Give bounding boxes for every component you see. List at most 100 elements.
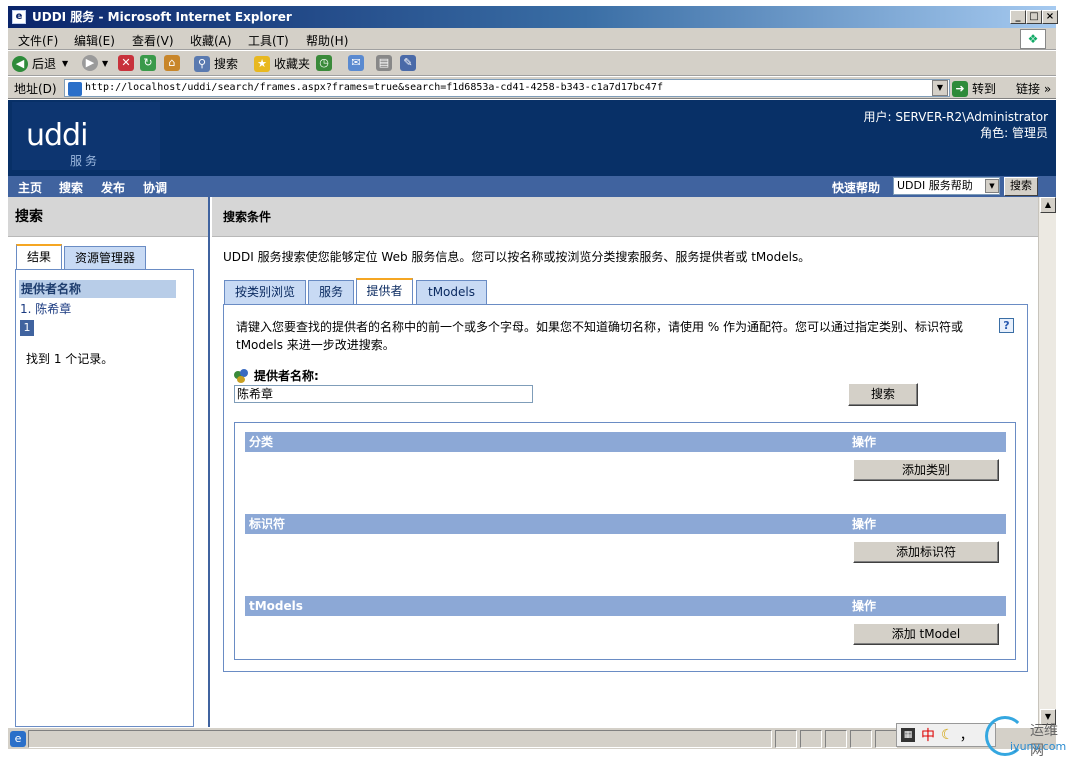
back-label: 后退 bbox=[32, 57, 57, 71]
star-icon: ★ bbox=[254, 55, 270, 72]
ime-mode[interactable]: 中 bbox=[921, 725, 935, 745]
toolbar: ◀ 后退 ▼ ▶ ▼ ✕ ↻ ⌂ ⚲ 搜索 ★ 收藏夹 ◷ ✉ ▤ ✎ bbox=[8, 51, 1056, 76]
classification-section-header: 分类 操作 bbox=[245, 432, 1006, 452]
help-icon[interactable]: ? bbox=[999, 318, 1014, 333]
section-op-label: 操作 bbox=[852, 517, 877, 531]
tab-tmodels[interactable]: tModels bbox=[416, 280, 487, 304]
tab-providers[interactable]: 提供者 bbox=[356, 278, 413, 305]
uddi-banner: uddi 服务 用户: SERVER-R2\Administrator 角色: … bbox=[8, 100, 1056, 176]
nav-publish[interactable]: 发布 bbox=[101, 179, 125, 196]
intro-text: UDDI 服务搜索使您能够定位 Web 服务信息。您可以按名称或按浏览分类搜索服… bbox=[223, 250, 811, 264]
minimize-button[interactable]: _ bbox=[1010, 10, 1026, 24]
back-dropdown-icon[interactable]: ▼ bbox=[62, 59, 68, 68]
tab-browse-by-category[interactable]: 按类别浏览 bbox=[224, 280, 306, 304]
logo-subtitle: 服务 bbox=[70, 154, 101, 168]
people-icon bbox=[234, 368, 250, 383]
quickhelp-dropdown-icon[interactable]: ▼ bbox=[985, 179, 999, 193]
section-title: 分类 bbox=[249, 435, 274, 449]
tab-services[interactable]: 服务 bbox=[308, 280, 354, 304]
forward-dropdown-icon[interactable]: ▼ bbox=[102, 59, 108, 68]
close-button[interactable]: × bbox=[1042, 10, 1058, 24]
status-cell bbox=[825, 730, 847, 748]
goto-label: 转到 bbox=[972, 82, 997, 96]
menu-view[interactable]: 查看(V) bbox=[132, 32, 174, 49]
menu-file[interactable]: 文件(F) bbox=[18, 32, 58, 49]
address-bar: 地址(D) http://localhost/uddi/search/frame… bbox=[8, 77, 1056, 99]
provider-name-input[interactable]: 陈希章 bbox=[234, 385, 533, 403]
nav-coordinate[interactable]: 协调 bbox=[143, 179, 167, 196]
quickhelp-search-button[interactable]: 搜索 bbox=[1004, 177, 1038, 196]
quickhelp-select[interactable]: UDDI 服务帮助 bbox=[893, 177, 1000, 195]
status-cell bbox=[775, 730, 797, 748]
page-number[interactable]: 1 bbox=[20, 320, 34, 336]
results-list-header: 提供者名称 bbox=[19, 280, 176, 298]
links-text: 链接 bbox=[1016, 82, 1041, 96]
menu-edit[interactable]: 编辑(E) bbox=[74, 32, 115, 49]
address-input[interactable]: http://localhost/uddi/search/frames.aspx… bbox=[64, 79, 950, 97]
left-pane-title: 搜索 bbox=[8, 197, 208, 237]
search-label: 搜索 bbox=[214, 57, 239, 71]
user-info: 用户: SERVER-R2\Administrator bbox=[863, 110, 1048, 124]
identifier-section-header: 标识符 操作 bbox=[245, 514, 1006, 534]
menu-bar: 文件(F) 编辑(E) 查看(V) 收藏(A) 工具(T) 帮助(H) ❖ bbox=[8, 28, 1056, 50]
nav-search[interactable]: 搜索 bbox=[59, 179, 83, 196]
records-found: 找到 1 个记录。 bbox=[26, 352, 114, 366]
status-cell bbox=[875, 730, 897, 748]
uddi-logo: uddi 服务 bbox=[12, 102, 160, 170]
menu-tools[interactable]: 工具(T) bbox=[248, 32, 289, 49]
favorites-button[interactable]: ★ 收藏夹 bbox=[254, 55, 310, 72]
watermark-url: iyunv.com bbox=[1010, 740, 1067, 753]
vertical-scrollbar[interactable]: ▲ ▼ bbox=[1038, 197, 1056, 727]
nav-home[interactable]: 主页 bbox=[18, 179, 42, 196]
keyboard-icon[interactable]: ▦ bbox=[901, 728, 915, 742]
section-op-label: 操作 bbox=[852, 599, 877, 613]
tab-results[interactable]: 结果 bbox=[16, 244, 62, 270]
search-button[interactable]: 搜索 bbox=[848, 383, 918, 406]
page-status-icon: e bbox=[10, 731, 26, 747]
nav-bar: 主页 搜索 发布 协调 快速帮助 UDDI 服务帮助 ▼ 搜索 bbox=[8, 176, 1056, 197]
window-titlebar: e UDDI 服务 - Microsoft Internet Explorer … bbox=[8, 6, 1058, 28]
punctuation-icon[interactable]: ， bbox=[960, 725, 974, 745]
address-label: 地址(D) bbox=[14, 82, 57, 96]
forward-button[interactable]: ▶ ▼ bbox=[82, 55, 108, 71]
add-tmodel-button[interactable]: 添加 tModel bbox=[853, 623, 999, 645]
add-identifier-button[interactable]: 添加标识符 bbox=[853, 541, 999, 563]
search-icon: ⚲ bbox=[194, 55, 210, 72]
instructions-text: 请键入您要查找的提供者的名称中的前一个或多个字母。如果您不知道确切名称，请使用 … bbox=[236, 320, 964, 352]
goto-button[interactable]: ➜ 转到 bbox=[952, 80, 996, 97]
list-item[interactable]: 1. 陈希章 bbox=[20, 300, 71, 317]
print-icon[interactable]: ▤ bbox=[376, 55, 392, 71]
tab-explorer[interactable]: 资源管理器 bbox=[64, 246, 146, 270]
back-arrow-icon: ◀ bbox=[12, 55, 28, 72]
section-title: 标识符 bbox=[249, 517, 286, 531]
address-dropdown-icon[interactable]: ▼ bbox=[932, 80, 948, 96]
section-op-label: 操作 bbox=[852, 435, 877, 449]
moon-icon[interactable]: ☾ bbox=[941, 727, 954, 743]
refresh-icon[interactable]: ↻ bbox=[140, 55, 156, 71]
quickhelp-label: 快速帮助 bbox=[832, 181, 881, 195]
stop-icon[interactable]: ✕ bbox=[118, 55, 134, 71]
add-category-button[interactable]: 添加类别 bbox=[853, 459, 999, 481]
section-title: tModels bbox=[249, 599, 303, 613]
mail-icon[interactable]: ✉ bbox=[348, 55, 364, 71]
tmodels-section-header: tModels 操作 bbox=[245, 596, 1006, 616]
logo-text: uddi bbox=[26, 118, 88, 153]
history-icon[interactable]: ◷ bbox=[316, 55, 332, 71]
links-label[interactable]: 链接 » bbox=[1016, 80, 1051, 97]
ime-toolbar[interactable]: ▦ 中 ☾ ， bbox=[896, 723, 996, 747]
scroll-up-icon[interactable]: ▲ bbox=[1040, 197, 1056, 213]
role-info: 角色: 管理员 bbox=[980, 126, 1048, 140]
maximize-button[interactable]: □ bbox=[1026, 10, 1042, 24]
back-button[interactable]: ◀ 后退 ▼ bbox=[12, 55, 68, 72]
right-pane-title: 搜索条件 bbox=[212, 197, 1038, 237]
goto-arrow-icon: ➜ bbox=[952, 80, 968, 97]
menu-help[interactable]: 帮助(H) bbox=[306, 32, 348, 49]
window-title: UDDI 服务 - Microsoft Internet Explorer bbox=[32, 10, 292, 24]
provider-name-label: 提供者名称: bbox=[234, 367, 319, 384]
edit-icon[interactable]: ✎ bbox=[400, 55, 416, 71]
menu-favorites[interactable]: 收藏(A) bbox=[190, 32, 232, 49]
search-button[interactable]: ⚲ 搜索 bbox=[194, 55, 238, 72]
home-icon[interactable]: ⌂ bbox=[164, 55, 180, 71]
status-text-cell bbox=[28, 730, 772, 748]
results-list: 提供者名称 1. 陈希章 1 找到 1 个记录。 bbox=[15, 269, 194, 727]
